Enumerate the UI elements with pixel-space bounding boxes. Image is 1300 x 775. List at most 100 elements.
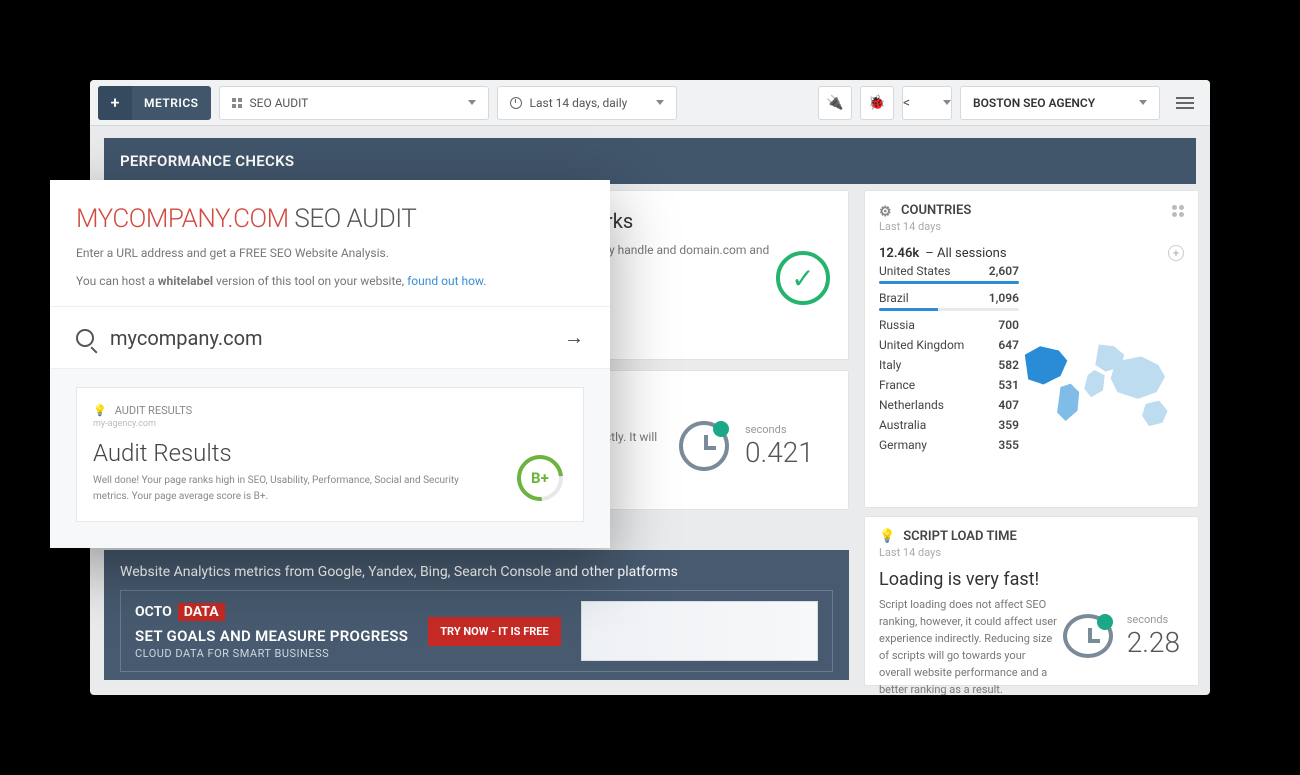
country-value: 582	[998, 358, 1019, 372]
country-bar	[879, 308, 1019, 311]
country-row: Australia 359	[879, 415, 1019, 435]
script-value: 2.28	[1127, 626, 1180, 659]
check-circle-icon: ✓	[776, 251, 830, 305]
country-value: 700	[998, 318, 1019, 332]
overlay-title-suffix: SEO AUDIT	[289, 204, 417, 234]
grid-icon	[232, 98, 242, 108]
world-map	[1018, 287, 1188, 487]
plug-button[interactable]: 🔌	[818, 86, 852, 120]
bulb-icon: 💡	[93, 404, 107, 417]
script-load-card: 💡 SCRIPT LOAD TIME Last 14 days Loading …	[864, 516, 1199, 686]
search-icon	[76, 329, 94, 347]
audit-dropdown-label: SEO AUDIT	[250, 96, 309, 110]
results-text: Well done! Your page ranks high in SEO, …	[93, 473, 567, 505]
bulb-icon: 💡	[879, 529, 895, 544]
clock-icon	[679, 421, 729, 471]
seo-audit-overlay: MYCOMPANY.COM SEO AUDIT Enter a URL addr…	[50, 180, 610, 548]
country-row: United Kingdom 647	[879, 335, 1019, 355]
script-desc: Script loading does not affect SEO ranki…	[879, 596, 1059, 695]
toolbar: + METRICS SEO AUDIT Last 14 days, daily …	[90, 80, 1210, 126]
country-name: Italy	[879, 358, 901, 372]
country-name: United Kingdom	[879, 338, 964, 352]
clock-icon	[1063, 614, 1113, 658]
country-value: 2,607	[989, 264, 1019, 278]
country-name: Australia	[879, 418, 926, 432]
country-row: France 531	[879, 375, 1019, 395]
country-name: Germany	[879, 438, 927, 452]
banner-brand-a: OCTO	[135, 604, 172, 620]
country-name: United States	[879, 264, 950, 278]
country-row: Russia 700	[879, 315, 1019, 335]
script-headline: Loading is very fast!	[879, 569, 1184, 590]
banner-headline: SET GOALS AND MEASURE PROGRESS	[135, 627, 408, 645]
overlay-title: MYCOMPANY.COM SEO AUDIT	[76, 204, 584, 234]
countries-card: COUNTRIES Last 14 days 12.46k – All sess…	[864, 190, 1199, 508]
overlay-brand: MYCOMPANY.COM	[76, 204, 289, 234]
menu-button[interactable]	[1168, 86, 1202, 120]
country-value: 407	[998, 398, 1019, 412]
chevron-down-icon	[943, 100, 951, 105]
results-heading: Audit Results	[93, 439, 567, 467]
metrics-label: METRICS	[132, 96, 211, 110]
try-now-button[interactable]: TRY NOW - IT IS FREE	[428, 617, 560, 646]
agency-label: BOSTON SEO AGENCY	[973, 96, 1095, 110]
country-name: France	[879, 378, 915, 392]
country-value: 355	[998, 438, 1019, 452]
country-row: Netherlands 407	[879, 395, 1019, 415]
url-search-bar[interactable]: mycompany.com →	[50, 307, 610, 369]
banner-top-text: Website Analytics metrics from Google, Y…	[120, 564, 833, 580]
results-label: AUDIT RESULTS	[115, 404, 193, 417]
plus-icon: +	[98, 86, 132, 120]
country-value: 1,096	[989, 291, 1019, 305]
banner-preview-image	[581, 601, 818, 661]
share-icon: <	[903, 95, 910, 111]
sessions-total-label: – All sessions	[925, 246, 1006, 261]
country-row: Italy 582	[879, 355, 1019, 375]
country-value: 531	[998, 378, 1019, 392]
banner-brand-b: DATA	[178, 603, 225, 621]
seconds-label: seconds	[1127, 613, 1180, 626]
script-subtitle: Last 14 days	[879, 546, 1184, 559]
country-row: Brazil 1,096	[879, 288, 1019, 308]
overlay-line1: Enter a URL address and get a FREE SEO W…	[76, 244, 584, 262]
found-out-how-link[interactable]: found out how	[407, 274, 483, 288]
audit-results-card: 💡 AUDIT RESULTS my-agency.com Audit Resu…	[76, 387, 584, 522]
agency-dropdown[interactable]: BOSTON SEO AGENCY	[960, 86, 1160, 120]
promo-banner: Website Analytics metrics from Google, Y…	[104, 550, 849, 680]
section-header: PERFORMANCE CHECKS	[104, 138, 1196, 184]
country-value: 647	[998, 338, 1019, 352]
gear-icon[interactable]	[879, 204, 893, 218]
date-range-dropdown[interactable]: Last 14 days, daily	[497, 86, 677, 120]
date-range-label: Last 14 days, daily	[530, 96, 628, 110]
countries-title: COUNTRIES	[901, 203, 971, 218]
countries-subtitle: Last 14 days	[879, 220, 1184, 233]
clock-icon	[510, 97, 522, 109]
add-segment-button[interactable]: +	[1168, 245, 1184, 261]
country-name: Russia	[879, 318, 915, 332]
add-metrics-button[interactable]: + METRICS	[98, 86, 211, 120]
country-row: Germany 355	[879, 435, 1019, 455]
seconds-label: seconds	[745, 423, 814, 436]
bug-icon: 🐞	[868, 95, 885, 111]
country-value: 359	[998, 418, 1019, 432]
overlay-line2: You can host a whitelabel version of thi…	[76, 272, 584, 290]
banner-sub: CLOUD DATA FOR SMART BUSINESS	[135, 647, 408, 660]
bug-button[interactable]: 🐞	[860, 86, 894, 120]
countries-list: United States 2,607 Brazil 1,096 Russia 700 Un…	[879, 261, 1019, 455]
country-name: Brazil	[879, 291, 909, 305]
plug-icon: 🔌	[826, 95, 843, 111]
chevron-down-icon	[1139, 100, 1147, 105]
script-title: SCRIPT LOAD TIME	[903, 529, 1017, 544]
sessions-total-value: 12.46k	[879, 246, 919, 261]
url-input[interactable]: mycompany.com	[110, 326, 548, 350]
submit-arrow-icon[interactable]: →	[564, 325, 584, 350]
speed-value: 0.421	[745, 436, 814, 469]
chevron-down-icon	[468, 100, 476, 105]
country-bar	[879, 281, 1019, 284]
share-button[interactable]: <	[902, 86, 952, 120]
results-domain: my-agency.com	[93, 419, 567, 429]
country-name: Netherlands	[879, 398, 944, 412]
drag-handle-icon[interactable]	[1172, 205, 1184, 217]
country-row: United States 2,607	[879, 261, 1019, 281]
audit-dropdown[interactable]: SEO AUDIT	[219, 86, 489, 120]
